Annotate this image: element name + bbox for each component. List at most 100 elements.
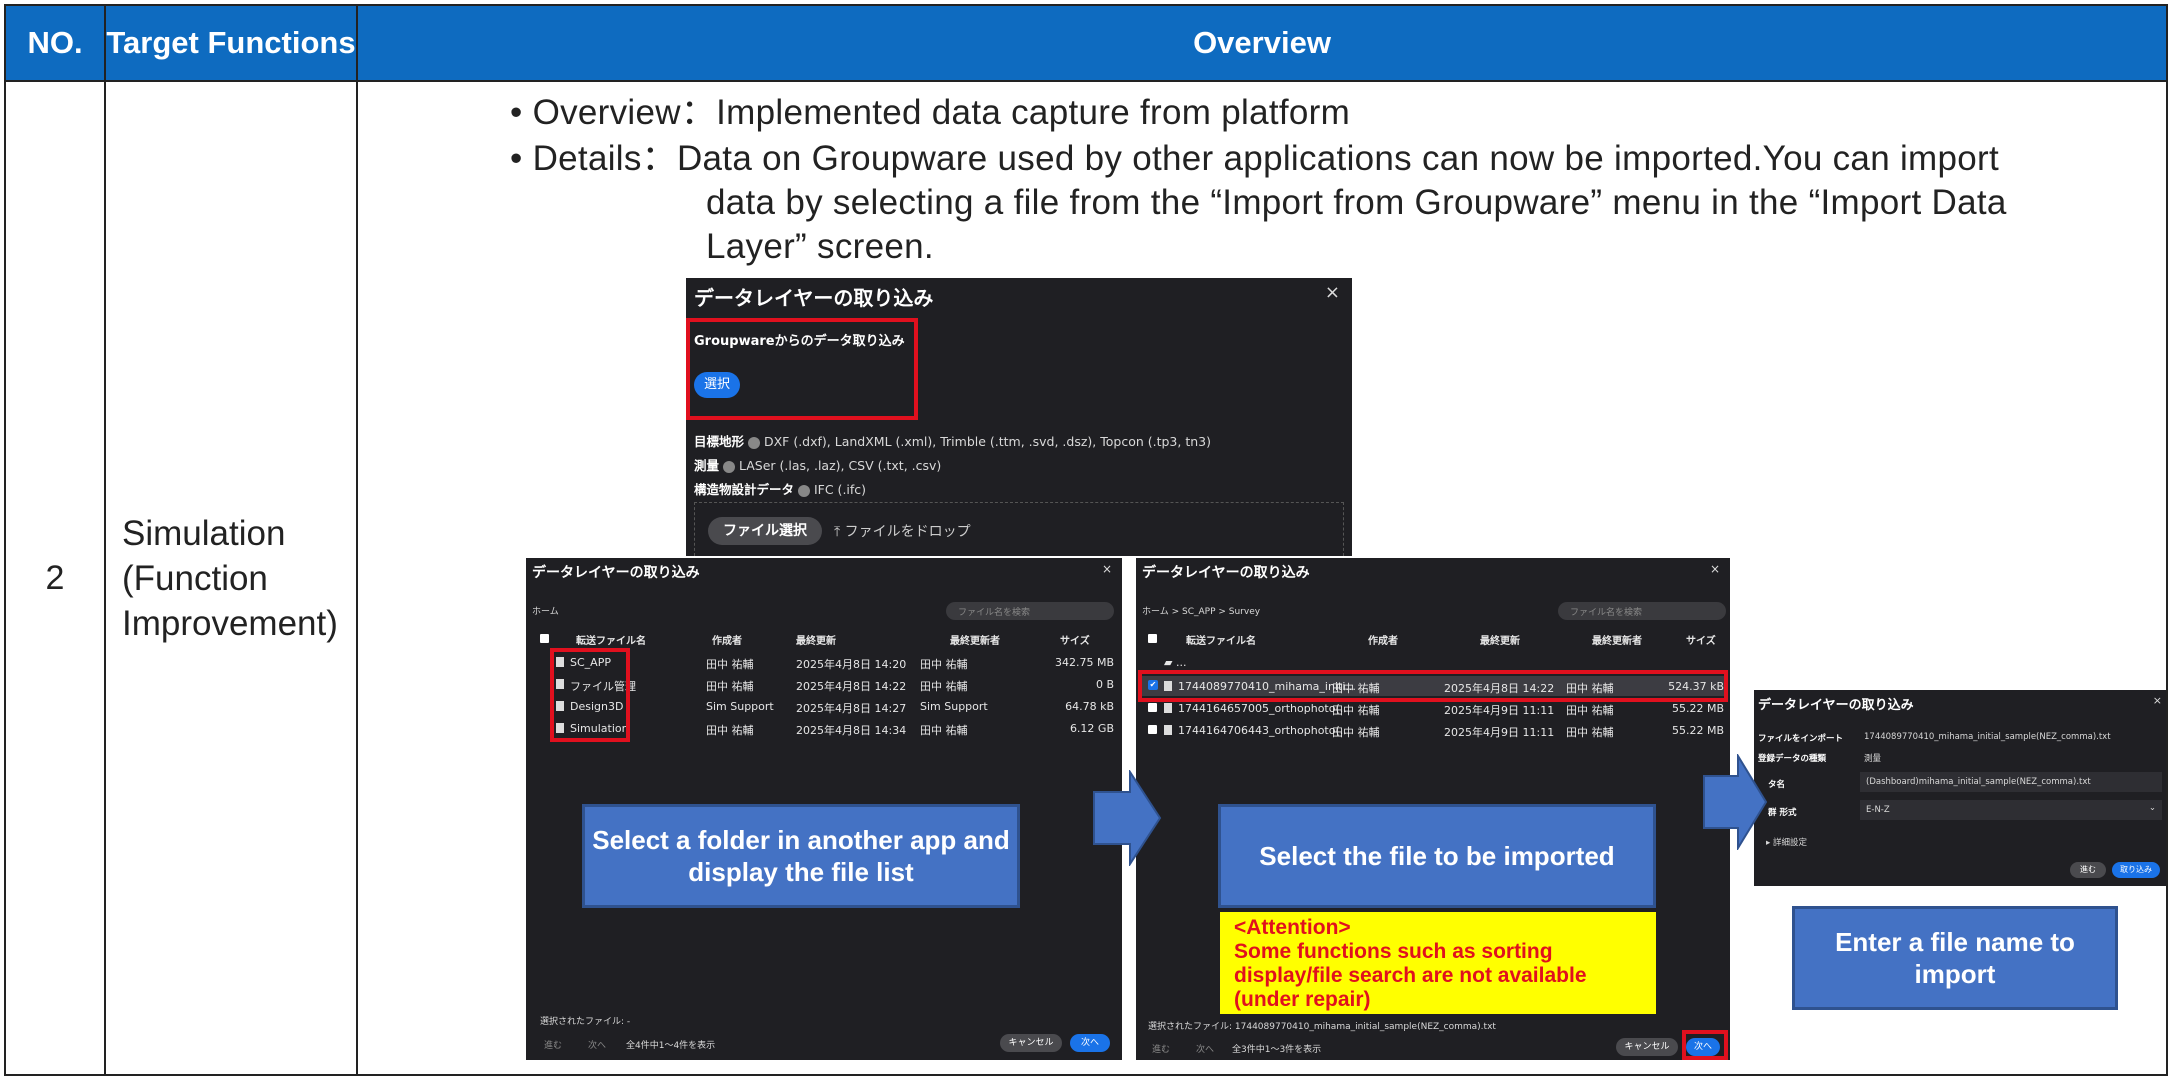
callout-select-folder: Select a folder in another app and displ… (582, 804, 1020, 908)
target-function-text: Simulation (Function Improvement) (122, 513, 338, 643)
format-label: 群 形式 (1768, 808, 1797, 818)
file-select-button[interactable]: ファイル選択 (708, 517, 822, 545)
cell-size: 64.78 kB (1065, 700, 1114, 713)
col-header[interactable]: 作成者 (712, 632, 742, 647)
cell-owner: 田中 祐輔 (706, 724, 754, 737)
type-label: 登録データの種類 (1758, 754, 1827, 764)
import-button[interactable]: 取り込み (2112, 862, 2160, 878)
callout-enter-name: Enter a file name to import (1792, 906, 2118, 1010)
search-input[interactable]: ファイル名を検索 (946, 602, 1114, 620)
highlight-groupware (686, 318, 918, 420)
import-label: ファイルをインポート (1758, 734, 1844, 744)
cell-size: 6.12 GB (1069, 722, 1114, 735)
header-overview: Overview (356, 4, 2168, 82)
highlight-next-button (1682, 1030, 1728, 1060)
breadcrumb[interactable]: ホーム (532, 604, 559, 617)
checkbox[interactable] (1148, 703, 1157, 712)
close-icon[interactable]: × (2153, 694, 2162, 707)
callout-select-file: Select the file to be imported (1218, 804, 1656, 908)
file-icon (1164, 703, 1172, 713)
help-icon[interactable] (748, 436, 760, 449)
col-header[interactable]: 転送ファイル名 (1186, 632, 1256, 647)
cell-name: 1744164706443_orthophoto(... (1178, 724, 1351, 737)
next-button[interactable]: 次へ (1070, 1034, 1110, 1052)
cell-size: 55.22 MB (1671, 724, 1724, 737)
dialog-title: データレイヤーの取り込み (532, 565, 700, 581)
file-icon (1164, 725, 1172, 735)
pager-next[interactable]: 次へ (1196, 1042, 1214, 1055)
name-label: タ名 (1768, 780, 1786, 790)
col-header[interactable]: 最終更新 (796, 632, 836, 647)
cell-name: 1744164657005_orthophoto(... (1178, 702, 1351, 715)
col-header[interactable]: 最終更新者 (950, 632, 1000, 647)
col-header[interactable]: 最終更新者 (1592, 632, 1642, 647)
col-header[interactable]: 作成者 (1368, 632, 1398, 647)
attention-title: <Attention> (1234, 916, 1351, 939)
chevron-down-icon: ⌄ (2148, 803, 2156, 813)
cancel-button[interactable]: キャンセル (1616, 1038, 1678, 1056)
drop-text: ファイルをドロップ (844, 524, 971, 540)
pager-prev[interactable]: 進む (544, 1038, 562, 1051)
selected-file: 選択されたファイル: 1744089770410_mihama_initial_… (1148, 1022, 1496, 1032)
format-label: 構造物設計データ (694, 482, 795, 497)
cell-owner: 田中 祐輔 (706, 680, 754, 693)
format-text: DXF (.dxf), LandXML (.xml), Trimble (.tt… (763, 434, 1211, 449)
dialog-title: データレイヤーの取り込み (1142, 565, 1310, 581)
col-header[interactable]: 最終更新 (1480, 632, 1520, 647)
target-function: Simulation (Function Improvement) (104, 80, 358, 1076)
name-input[interactable]: (Dashboard)mihama_initial_sample(NEZ_com… (1860, 772, 2162, 792)
close-icon[interactable]: × (1710, 562, 1720, 576)
parent-folder-row[interactable]: ▰ ... (1164, 656, 1186, 669)
col-header[interactable]: サイズ (1686, 632, 1716, 647)
checkbox[interactable] (1148, 725, 1157, 734)
cell-owner: 田中 祐輔 (1332, 726, 1380, 739)
col-header[interactable]: 転送ファイル名 (576, 632, 646, 647)
attention-note: <Attention> Some functions such as sorti… (1220, 912, 1656, 1014)
format-label: 目標地形 (694, 434, 745, 449)
close-icon[interactable]: × (1102, 562, 1112, 576)
search-input[interactable]: ファイル名を検索 (1558, 602, 1726, 620)
format-label: 測量 (694, 458, 720, 473)
pager-count: 全4件中1〜4件を表示 (626, 1041, 716, 1051)
breadcrumb[interactable]: ホーム > SC_APP > Survey (1142, 604, 1260, 617)
cell-owner: 田中 祐輔 (706, 658, 754, 671)
cell-owner: Sim Support (706, 700, 774, 713)
cancel-button[interactable]: キャンセル (1000, 1034, 1062, 1052)
cell-updated: 2025年4月9日 11:11 (1444, 726, 1555, 739)
help-icon[interactable] (723, 460, 735, 473)
arrow-right-icon (1093, 770, 1162, 866)
cell-updated: 2025年4月9日 11:11 (1444, 704, 1555, 717)
cell-updater: 田中 祐輔 (920, 658, 968, 671)
pager-prev[interactable]: 進む (1152, 1042, 1170, 1055)
import-dialog-top: データレイヤーの取り込み × Groupwareからのデータ取り込み 選択 目標… (686, 278, 1352, 556)
col-header[interactable]: サイズ (1060, 632, 1090, 647)
dialog-title: データレイヤーの取り込み (694, 286, 934, 310)
arrow-right-icon (1703, 754, 1768, 850)
select-all-checkbox[interactable] (1148, 634, 1157, 643)
cell-updater: 田中 祐輔 (1566, 704, 1614, 717)
parent-label: ... (1175, 656, 1187, 669)
type-value: 測量 (1864, 754, 1882, 764)
row-number: 2 (4, 80, 106, 1076)
back-button[interactable]: 進む (2070, 862, 2106, 878)
header-target-functions: Target Functions (104, 4, 358, 82)
format-line-structure: 構造物設計データ IFC (.ifc) (694, 478, 1211, 502)
format-select[interactable]: E-N-Z ⌄ (1860, 800, 2162, 820)
import-filename: 1744089770410_mihama_initial_sample(NEZ_… (1864, 732, 2111, 742)
format-select-value: E-N-Z (1866, 805, 1890, 815)
cell-updated: 2025年4月8日 14:34 (796, 724, 907, 737)
close-icon[interactable]: × (1325, 282, 1340, 303)
import-dialog-settings: データレイヤーの取り込み × ファイルをインポート 1744089770410_… (1754, 690, 2166, 886)
cell-size: 55.22 MB (1671, 702, 1724, 715)
help-icon[interactable] (798, 484, 810, 497)
format-list: 目標地形 DXF (.dxf), LandXML (.xml), Trimble… (694, 430, 1211, 502)
advanced-settings[interactable]: ▸ 詳細設定 (1766, 836, 1807, 848)
select-all-checkbox[interactable] (540, 634, 549, 643)
format-line-survey: 測量 LASer (.las, .laz), CSV (.txt, .csv) (694, 454, 1211, 478)
pager-next[interactable]: 次へ (588, 1038, 606, 1051)
bullet-overview: • Overview：Implemented data capture from… (510, 93, 1351, 132)
cell-updater: Sim Support (920, 700, 988, 713)
attention-body: Some functions such as sorting display/f… (1234, 940, 1587, 1011)
bullet-details-cont2: Layer” screen. (706, 227, 934, 266)
selected-file: 選択されたファイル: - (540, 1017, 631, 1027)
